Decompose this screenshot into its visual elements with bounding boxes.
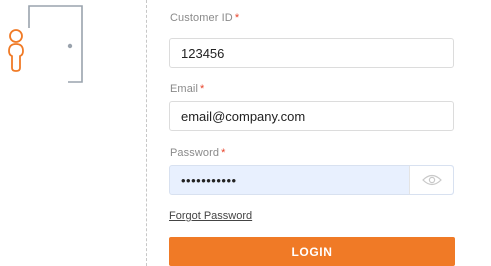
email-label-text: Email bbox=[170, 83, 199, 95]
email-input[interactable]: email@company.com bbox=[169, 101, 454, 131]
email-value: email@company.com bbox=[181, 108, 306, 124]
forgot-password-link[interactable]: Forgot Password bbox=[169, 210, 252, 222]
door-person-icon bbox=[8, 5, 83, 83]
login-illustration bbox=[0, 0, 140, 266]
password-label: Password * bbox=[170, 147, 226, 159]
eye-icon bbox=[421, 174, 442, 186]
required-mark: * bbox=[221, 147, 226, 159]
customer-id-value: 123456 bbox=[181, 45, 225, 61]
required-mark: * bbox=[200, 83, 205, 95]
customer-id-label: Customer ID * bbox=[170, 12, 239, 24]
email-label: Email * bbox=[170, 83, 204, 95]
password-label-text: Password bbox=[170, 147, 220, 159]
password-input[interactable]: ••••••••••• bbox=[169, 165, 454, 195]
login-page: Customer ID * 123456 Email * email@company… bbox=[0, 0, 491, 266]
required-mark: * bbox=[234, 12, 240, 24]
dotted-divider bbox=[146, 0, 147, 266]
login-form: Customer ID * 123456 Email * email@company… bbox=[169, 0, 455, 266]
login-button[interactable]: LOGIN bbox=[169, 237, 455, 266]
password-masked-value: ••••••••••• bbox=[181, 172, 237, 188]
password-visibility-toggle[interactable] bbox=[409, 166, 453, 194]
customer-id-input[interactable]: 123456 bbox=[169, 38, 454, 68]
customer-id-label-text: Customer ID bbox=[170, 12, 233, 24]
